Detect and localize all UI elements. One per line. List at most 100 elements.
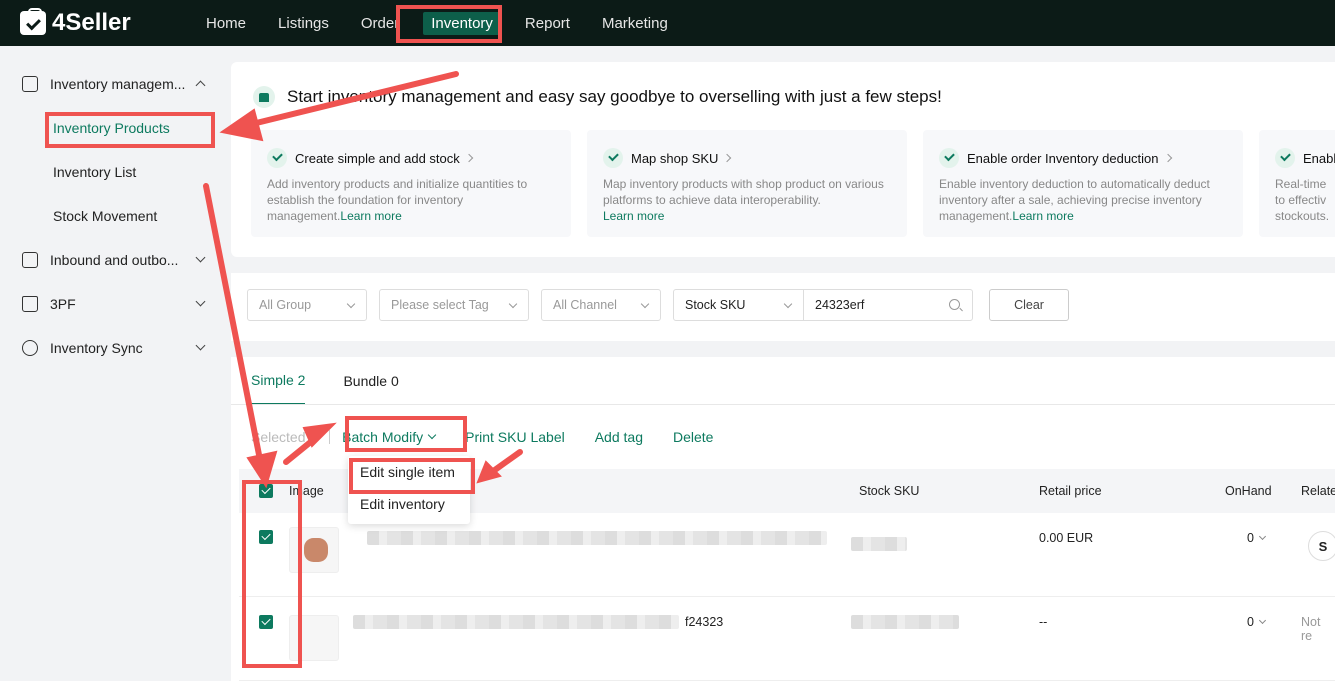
redacted-sku bbox=[851, 537, 907, 551]
sidebar-group-label: Inbound and outbo... bbox=[50, 252, 179, 268]
sidebar-group-3pf[interactable]: 3PF bbox=[0, 282, 230, 326]
retail-price: 0.00 EUR bbox=[1039, 531, 1094, 545]
redacted-sku bbox=[851, 615, 959, 629]
sidebar-group-inventory-sync[interactable]: Inventory Sync bbox=[0, 326, 230, 370]
step-title: Create simple and add stock bbox=[295, 150, 460, 166]
batch-toolbar: Selected 2 Batch Modify Print SKU Label … bbox=[251, 423, 743, 451]
delete-button[interactable]: Delete bbox=[673, 429, 713, 445]
nav-label: Home bbox=[206, 14, 247, 32]
search-value: 24323erf bbox=[815, 298, 865, 312]
column-onhand: OnHand bbox=[1225, 484, 1272, 498]
annotation-box-batch-modify bbox=[345, 416, 467, 452]
store-icon bbox=[253, 86, 275, 108]
house-icon bbox=[22, 296, 38, 312]
chevron-right-icon bbox=[464, 153, 474, 163]
onboarding-step-2[interactable]: Map shop SKU Map inventory products with… bbox=[587, 130, 907, 237]
step-title: Map shop SKU bbox=[631, 150, 719, 166]
nav-label: Report bbox=[524, 14, 570, 32]
tag-select[interactable]: Please select Tag bbox=[379, 289, 529, 321]
select-value: All Channel bbox=[553, 298, 617, 312]
product-name-suffix: f24323 bbox=[685, 615, 724, 629]
onhand-value[interactable]: 0 bbox=[1247, 531, 1266, 545]
sidebar-group-inbound-outbound[interactable]: Inbound and outbo... bbox=[0, 238, 230, 282]
search-icon[interactable] bbox=[949, 299, 960, 310]
channel-select[interactable]: All Channel bbox=[541, 289, 661, 321]
add-tag-button[interactable]: Add tag bbox=[595, 429, 643, 445]
related-status: Not re bbox=[1301, 615, 1321, 643]
sidebar-item-stock-movement[interactable]: Stock Movement bbox=[0, 194, 230, 238]
warehouse-icon bbox=[22, 252, 38, 268]
table-row[interactable]: f24323 -- 0 Not re bbox=[239, 597, 1335, 681]
app-name: 4Seller bbox=[52, 9, 131, 36]
onhand-number: 0 bbox=[1247, 531, 1254, 545]
retail-price: -- bbox=[1039, 615, 1048, 629]
step-title: Enable order Inventory deduction bbox=[967, 150, 1159, 166]
nav-report[interactable]: Report bbox=[509, 0, 586, 46]
onboarding-step-1[interactable]: Create simple and add stock Add inventor… bbox=[251, 130, 571, 237]
column-stock-sku: Stock SKU bbox=[859, 484, 920, 498]
learn-more-link[interactable]: Learn more bbox=[1012, 209, 1073, 223]
column-related: Relate bbox=[1301, 484, 1335, 498]
chevron-down-icon bbox=[1258, 616, 1266, 625]
search-input[interactable]: 24323erf bbox=[803, 289, 973, 321]
chevron-down-icon bbox=[640, 299, 650, 309]
redacted-product-name bbox=[353, 615, 679, 629]
annotation-box-inventory-nav bbox=[396, 5, 502, 43]
chevron-up-icon bbox=[195, 80, 206, 91]
onhand-number: 0 bbox=[1247, 615, 1254, 629]
group-select[interactable]: All Group bbox=[247, 289, 367, 321]
onboarding-step-3[interactable]: Enable order Inventory deduction Enable … bbox=[923, 130, 1243, 237]
check-circle-icon bbox=[939, 148, 959, 168]
filter-bar: All Group Please select Tag All Channel … bbox=[231, 273, 1335, 341]
chevron-down-icon bbox=[1258, 532, 1266, 541]
table-row[interactable]: 0.00 EUR 0 S bbox=[239, 513, 1335, 597]
select-placeholder: Please select Tag bbox=[391, 298, 489, 312]
chevron-down-icon bbox=[195, 340, 206, 351]
print-sku-label-button[interactable]: Print SKU Label bbox=[465, 429, 565, 445]
onhand-value[interactable]: 0 bbox=[1247, 615, 1266, 629]
related-shop-badge[interactable]: S bbox=[1308, 531, 1335, 561]
check-circle-icon bbox=[1275, 148, 1295, 168]
sidebar-item-inventory-list[interactable]: Inventory List bbox=[0, 150, 230, 194]
tab-bundle[interactable]: Bundle 0 bbox=[343, 357, 398, 405]
nav-home[interactable]: Home bbox=[190, 0, 262, 46]
sidebar-item-label: Stock Movement bbox=[53, 208, 158, 224]
sidebar-item-label: Inventory List bbox=[53, 164, 137, 180]
chevron-right-icon bbox=[1163, 153, 1172, 163]
chevron-down-icon bbox=[346, 299, 356, 309]
step-description: Enable inventory deduction to automatica… bbox=[939, 177, 1210, 223]
onboarding-step-4[interactable]: Enabl Real-time to effectiv stockouts. bbox=[1259, 130, 1335, 237]
app-logo[interactable]: 4Seller bbox=[20, 8, 190, 37]
nav-label: Listings bbox=[278, 14, 329, 32]
nav-listings[interactable]: Listings bbox=[262, 0, 345, 46]
learn-more-link[interactable]: Learn more bbox=[340, 209, 401, 223]
tab-simple[interactable]: Simple 2 bbox=[251, 357, 306, 405]
top-navigation-bar: 4Seller Home Listings Order Inventory Re… bbox=[0, 0, 1335, 46]
selected-count: Selected 2 bbox=[251, 429, 318, 445]
inventory-box-icon bbox=[22, 76, 38, 92]
sidebar-group-label: Inventory managem... bbox=[50, 76, 186, 92]
clear-button[interactable]: Clear bbox=[989, 289, 1069, 321]
nav-label: Order bbox=[360, 14, 400, 32]
step-description: Map inventory products with shop product… bbox=[603, 177, 884, 207]
chevron-right-icon bbox=[723, 153, 732, 163]
check-circle-icon bbox=[267, 148, 287, 168]
onboarding-banner: Start inventory management and easy say … bbox=[231, 62, 1335, 257]
search-field-select[interactable]: Stock SKU bbox=[673, 289, 804, 321]
sidebar-group-inventory-management[interactable]: Inventory managem... bbox=[0, 62, 230, 106]
logo-bag-icon bbox=[20, 8, 46, 35]
chevron-down-icon bbox=[508, 299, 518, 309]
nav-label: Marketing bbox=[601, 14, 668, 32]
sidebar-group-label: Inventory Sync bbox=[50, 340, 143, 356]
sidebar-group-label: 3PF bbox=[50, 296, 76, 312]
chevron-down-icon bbox=[195, 252, 206, 263]
annotation-box-inventory-products bbox=[45, 112, 215, 148]
redacted-product-name bbox=[367, 531, 827, 545]
sync-icon bbox=[22, 340, 38, 356]
check-circle-icon bbox=[603, 148, 623, 168]
step-description: Real-time to effectiv stockouts. bbox=[1275, 177, 1330, 223]
column-retail-price: Retail price bbox=[1039, 484, 1102, 498]
nav-marketing[interactable]: Marketing bbox=[586, 0, 684, 46]
step-title: Enabl bbox=[1303, 150, 1335, 166]
learn-more-link[interactable]: Learn more bbox=[603, 209, 664, 223]
